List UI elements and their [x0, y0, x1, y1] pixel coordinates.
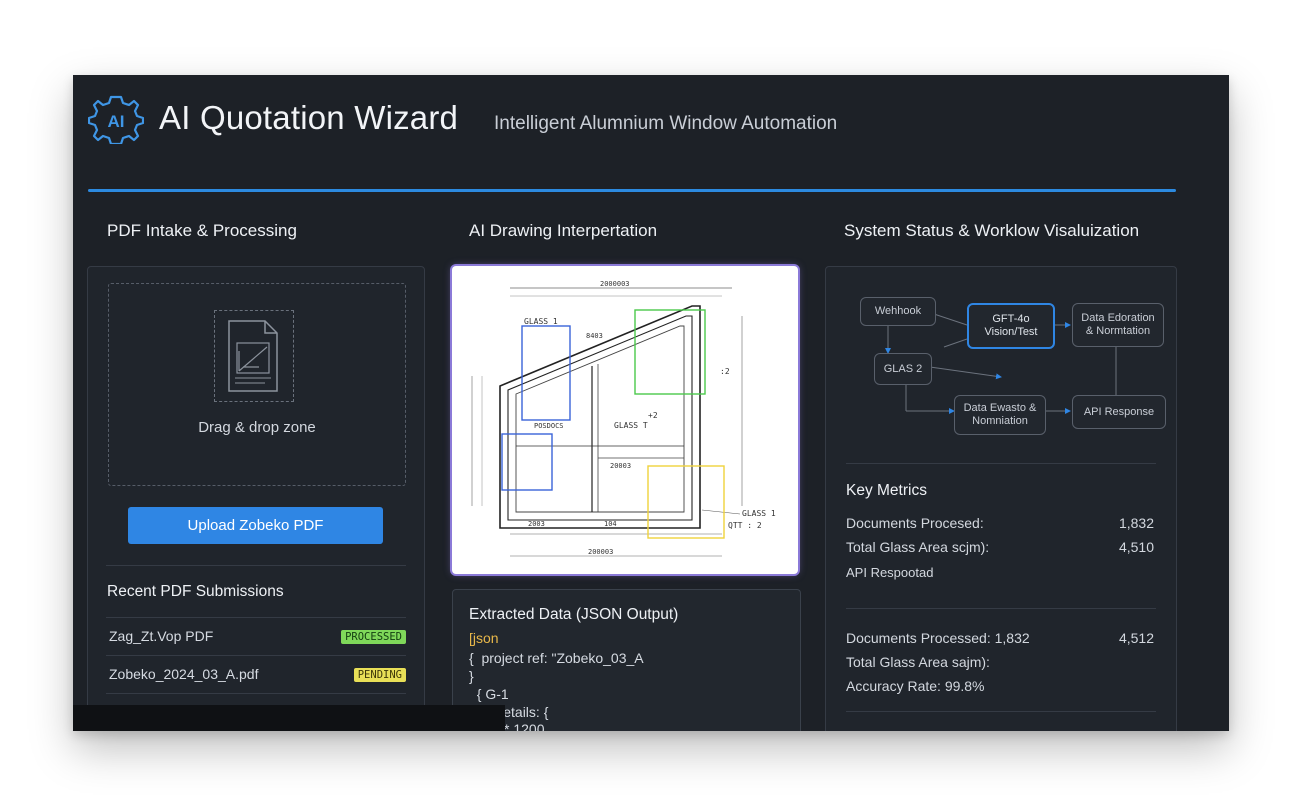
divider	[106, 565, 406, 566]
json-line: { project ref: "Zobeko_03_A	[469, 650, 644, 666]
section-heading-pdf-intake: PDF Intake & Processing	[107, 221, 297, 240]
drop-zone-label: Drag & drop zone	[198, 419, 316, 436]
logo-text: AI	[108, 112, 125, 131]
metric-docs-value: 1,832	[1118, 515, 1154, 531]
workflow-node-data-extraction[interactable]: Data Edoration & Normtation	[1072, 303, 1164, 347]
upload-pdf-button[interactable]: Upload Zobeko PDF	[128, 507, 383, 544]
system-status-panel: Wehhook GFT-4o Vision/Test Data Edoratio…	[825, 266, 1177, 731]
app-title: AI Quotation Wizard	[159, 99, 459, 136]
bottom-overlay	[73, 705, 505, 731]
recent-submissions-heading: Recent PDF Submissions	[107, 583, 284, 600]
dim-small2: 20003	[610, 462, 631, 470]
metric-api-label: API Respootad	[846, 565, 934, 580]
submission-row[interactable]: Zobeko_2024_03_A.pdf PENDING	[106, 655, 406, 694]
workflow-node-api-response[interactable]: API Response	[1072, 395, 1166, 429]
label-glass1: GLASS 1	[524, 317, 558, 326]
app-window: AI AI Quotation Wizard Intelligent Alumn…	[73, 75, 1229, 731]
dim-bottom-label: 200003	[588, 548, 613, 556]
metric-area2-label: Total Glass Area sajm):	[846, 654, 990, 670]
ai-gear-logo-icon: AI	[87, 94, 145, 146]
metric-docs2-value: 4,512	[1118, 630, 1154, 646]
submission-row[interactable]	[106, 693, 406, 704]
label-pos: POSDOCS	[534, 422, 564, 430]
workflow-node-gpt[interactable]: GFT-4o Vision/Test	[967, 303, 1055, 349]
divider	[846, 608, 1156, 609]
label-glass-t: GLASS T	[614, 421, 648, 430]
detection-box-blue-2	[501, 433, 553, 491]
metric-docs-label: Documents Procesed:	[846, 515, 984, 531]
section-heading-status: System Status & Worklow Visaluization	[844, 221, 1140, 240]
metric-accuracy-label: Accuracy Rate: 99.8%	[846, 678, 985, 694]
submission-name: Zag_Zt.Vop PDF	[109, 628, 214, 644]
status-badge: PROCESSED	[341, 630, 406, 644]
metric-docs2-label: Documents Processed: 1,832	[846, 630, 1030, 646]
dim-small1: 8403	[586, 332, 603, 340]
label-qtt: QTT : 2	[728, 521, 762, 530]
workflow-node-glass2[interactable]: GLAS 2	[874, 353, 932, 385]
workflow-node-webhook[interactable]: Wehhook	[860, 297, 936, 326]
divider	[846, 711, 1156, 712]
submission-row[interactable]: Zag_Zt.Vop PDF PROCESSED	[106, 617, 406, 656]
metric-area-value: 4,510	[1118, 539, 1154, 555]
metric-area-label: Total Glass Area scjm):	[846, 539, 990, 555]
json-line: { G-1	[469, 686, 509, 702]
dim-bot2: 104	[604, 520, 617, 528]
app-subtitle: Intelligent Alumnium Window Automation	[494, 113, 838, 134]
dim-bot1: 2003	[528, 520, 545, 528]
submission-name: Zobeko_2024_03_A.pdf	[109, 666, 259, 682]
header-divider	[88, 189, 1176, 192]
status-badge: PENDING	[353, 668, 406, 682]
json-line: [json	[469, 630, 499, 646]
workflow-node-data-normalization[interactable]: Data Ewasto & Nomniation	[954, 395, 1046, 435]
label-glass-right: GLASS 1	[742, 509, 776, 518]
drag-drop-zone[interactable]: Drag & drop zone	[108, 283, 406, 486]
pdf-document-icon	[214, 310, 294, 402]
divider	[846, 463, 1156, 464]
header: AI AI Quotation Wizard Intelligent Alumn…	[73, 75, 1229, 192]
tag-plus2: +2	[648, 411, 658, 420]
section-heading-drawing: AI Drawing Interpertation	[469, 221, 658, 240]
key-metrics-title: Key Metrics	[846, 482, 927, 499]
window-drawing-preview[interactable]: 2000003 200003 2003 104 20003 8403 :2 +2…	[452, 266, 798, 574]
json-output-title: Extracted Data (JSON Output)	[469, 606, 679, 623]
tag-2: :2	[720, 367, 730, 376]
dim-top: 2000003	[600, 280, 630, 288]
json-line: }	[469, 668, 474, 684]
